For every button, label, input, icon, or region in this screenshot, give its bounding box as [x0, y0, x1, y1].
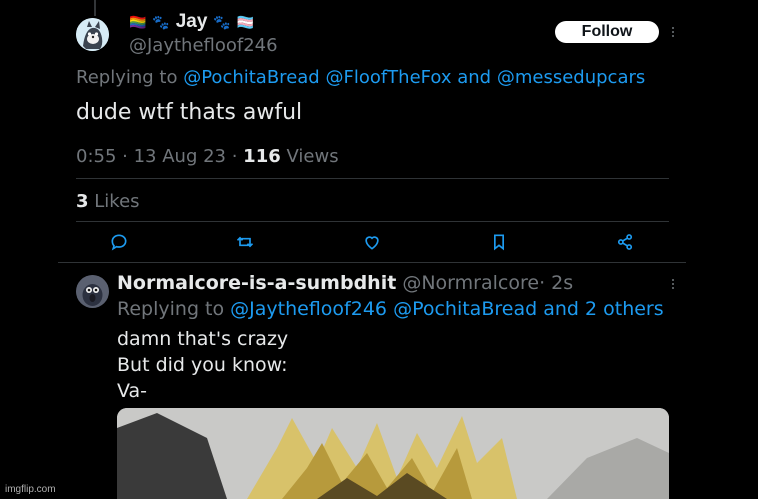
watermark: imgflip.com — [5, 484, 56, 495]
replying-to: Replying to @PochitaBread @FloofTheFox a… — [76, 67, 645, 88]
display-name-text: Jay — [175, 11, 208, 32]
reply-header: Normalcore-is-a-sumbdhit @Normralcore· 2… — [117, 272, 574, 294]
reply-icon[interactable] — [109, 232, 129, 252]
replying-to-label: Replying to — [76, 67, 178, 88]
mention-conjunction: and — [457, 67, 492, 88]
reply-line: damn that's crazy — [117, 328, 289, 350]
tweet-time[interactable]: 0:55 — [76, 146, 116, 167]
likes-label: Likes — [94, 191, 140, 212]
section-divider — [58, 262, 686, 263]
mention-link[interactable]: @messedupcars — [497, 67, 645, 88]
trans-flag-icon: 🏳️‍⚧️ — [236, 15, 255, 31]
mention-link[interactable]: @FloofTheFox — [325, 67, 451, 88]
mention-others[interactable]: and 2 others — [543, 298, 663, 320]
reply-text: damn that's crazy But did you know: Va- — [117, 326, 288, 404]
reply-time[interactable]: 2s — [551, 272, 573, 294]
more-options-icon[interactable] — [671, 25, 675, 41]
reply-more-options-icon[interactable] — [671, 277, 675, 293]
tweet-text: dude wtf thats awful — [76, 100, 303, 125]
thread-connector — [94, 0, 96, 16]
avatar-normalcore[interactable] — [76, 275, 109, 308]
share-icon[interactable] — [615, 232, 635, 252]
furry-avatar-icon — [76, 18, 109, 51]
divider — [76, 178, 669, 179]
mention-link[interactable]: @Jaythefloof246 — [230, 298, 387, 320]
reply-handle[interactable]: @Normralcore — [402, 272, 539, 294]
retweet-icon[interactable] — [235, 232, 255, 252]
avatar-jay[interactable] — [76, 18, 109, 51]
display-name[interactable]: 🏳️‍🌈 🐾 Jay 🐾 🏳️‍⚧️ — [129, 11, 254, 33]
handle[interactable]: @Jaythefloof246 — [129, 35, 278, 56]
likes-stat[interactable]: 3 Likes — [76, 191, 140, 212]
replying-to-label: Replying to — [117, 298, 225, 320]
character-avatar-icon — [76, 275, 109, 308]
paw-icon: 🐾 — [213, 15, 231, 31]
reply-media-image[interactable] — [117, 408, 669, 499]
views-label: Views — [286, 146, 339, 167]
likes-count: 3 — [76, 191, 89, 212]
divider — [76, 221, 669, 222]
mention-link[interactable]: @PochitaBread — [393, 298, 537, 320]
views-count: 116 — [243, 146, 281, 167]
follow-button[interactable]: Follow — [555, 21, 659, 43]
mention-link[interactable]: @PochitaBread — [183, 67, 320, 88]
bookmark-icon[interactable] — [489, 232, 509, 252]
reply-line: Va- — [117, 380, 148, 402]
reply-replying-to: Replying to @Jaythefloof246 @PochitaBrea… — [117, 298, 664, 320]
reply-line: But did you know: — [117, 354, 288, 376]
reply-display-name[interactable]: Normalcore-is-a-sumbdhit — [117, 272, 396, 294]
paw-icon: 🐾 — [152, 15, 170, 31]
like-icon[interactable] — [362, 232, 382, 252]
tweet-date[interactable]: 13 Aug 23 — [134, 146, 226, 167]
tweet-meta: 0:55 · 13 Aug 23 · 116 Views — [76, 146, 339, 167]
spiky-hair-image — [117, 408, 669, 499]
pride-flag-icon: 🏳️‍🌈 — [129, 15, 147, 31]
